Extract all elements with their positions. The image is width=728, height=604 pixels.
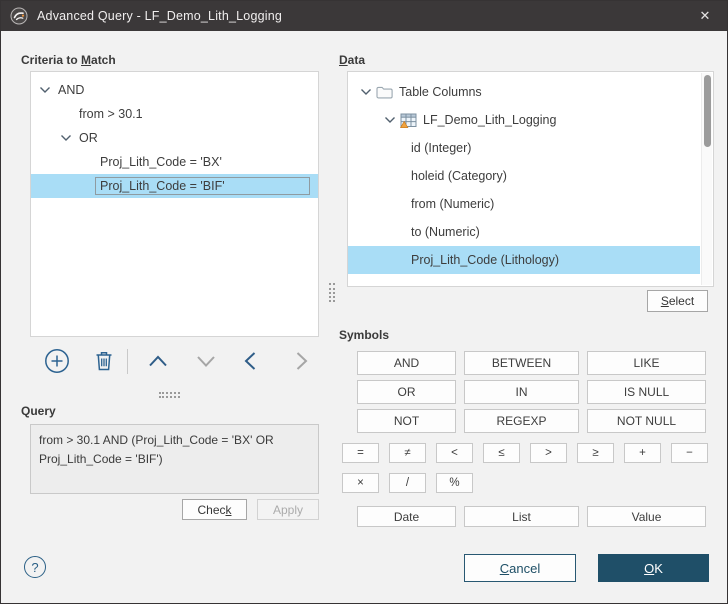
add-criterion-button[interactable] bbox=[44, 348, 70, 374]
criteria-item-label: Proj_Lith_Code = 'BIF' bbox=[95, 177, 310, 195]
data-item-to[interactable]: to (Numeric) bbox=[348, 218, 700, 246]
data-item-label: from (Numeric) bbox=[411, 197, 495, 211]
select-button[interactable]: Select bbox=[647, 290, 708, 312]
splitter-handle-horizontal[interactable] bbox=[159, 392, 180, 398]
titlebar[interactable]: Advanced Query - LF_Demo_Lith_Logging ✕ bbox=[1, 1, 727, 31]
data-tree: Table Columns LF_Demo_Lith_Logging id (I… bbox=[347, 71, 714, 287]
symbol-not-null-button[interactable]: NOT NULL bbox=[587, 409, 706, 433]
data-item-label: Proj_Lith_Code (Lithology) bbox=[411, 253, 560, 267]
op-not-equals-button[interactable]: ≠ bbox=[389, 443, 426, 463]
symbol-like-button[interactable]: LIKE bbox=[587, 351, 706, 375]
symbol-between-button[interactable]: BETWEEN bbox=[464, 351, 579, 375]
data-label: Data bbox=[339, 53, 366, 67]
op-multiply-button[interactable]: × bbox=[342, 473, 379, 493]
delete-criterion-button[interactable] bbox=[91, 348, 117, 374]
folder-icon bbox=[376, 85, 393, 100]
window-title: Advanced Query - LF_Demo_Lith_Logging bbox=[37, 9, 283, 23]
chevron-down-icon[interactable] bbox=[384, 116, 396, 124]
op-greater-than-button[interactable]: > bbox=[530, 443, 567, 463]
symbol-regexp-button[interactable]: REGEXP bbox=[464, 409, 579, 433]
criteria-tree: AND from > 30.1 OR Proj_Lith_Code = 'BX'… bbox=[30, 71, 319, 337]
data-item-label: LF_Demo_Lith_Logging bbox=[423, 113, 557, 127]
criteria-item-bif[interactable]: Proj_Lith_Code = 'BIF' bbox=[31, 174, 318, 198]
insert-value-button[interactable]: Value bbox=[587, 506, 706, 527]
data-item-label: Table Columns bbox=[399, 85, 482, 99]
move-up-button[interactable] bbox=[145, 348, 171, 374]
criteria-item-and[interactable]: AND bbox=[31, 78, 318, 102]
scrollbar-thumb[interactable] bbox=[704, 75, 711, 147]
check-button[interactable]: Check bbox=[182, 499, 247, 520]
table-icon bbox=[400, 113, 417, 128]
chevron-down-icon[interactable] bbox=[360, 88, 372, 96]
symbol-not-button[interactable]: NOT bbox=[357, 409, 456, 433]
help-icon[interactable]: ? bbox=[24, 556, 46, 578]
criteria-item-from[interactable]: from > 30.1 bbox=[31, 102, 318, 126]
criteria-item-label: AND bbox=[58, 83, 85, 97]
data-item-id[interactable]: id (Integer) bbox=[348, 134, 700, 162]
data-item-from[interactable]: from (Numeric) bbox=[348, 190, 700, 218]
app-icon bbox=[10, 7, 28, 25]
data-item-table[interactable]: LF_Demo_Lith_Logging bbox=[348, 106, 700, 134]
chevron-down-icon[interactable] bbox=[39, 86, 51, 94]
op-modulo-button[interactable]: % bbox=[436, 473, 473, 493]
criteria-item-bx[interactable]: Proj_Lith_Code = 'BX' bbox=[31, 150, 318, 174]
op-greater-equal-button[interactable]: ≥ bbox=[577, 443, 614, 463]
op-minus-button[interactable]: − bbox=[671, 443, 708, 463]
close-icon[interactable]: ✕ bbox=[683, 1, 727, 31]
data-item-proj-lith-code[interactable]: Proj_Lith_Code (Lithology) bbox=[348, 246, 700, 274]
op-plus-button[interactable]: + bbox=[624, 443, 661, 463]
advanced-query-dialog: Advanced Query - LF_Demo_Lith_Logging ✕ … bbox=[0, 0, 728, 604]
op-less-equal-button[interactable]: ≤ bbox=[483, 443, 520, 463]
scrollbar-track[interactable] bbox=[701, 73, 712, 285]
query-text: from > 30.1 AND (Proj_Lith_Code = 'BX' O… bbox=[39, 433, 274, 466]
data-item-label: to (Numeric) bbox=[411, 225, 480, 239]
move-right-button[interactable] bbox=[288, 348, 314, 374]
ok-button[interactable]: OK bbox=[598, 554, 709, 582]
symbols-label: Symbols bbox=[339, 328, 390, 342]
data-item-label: holeid (Category) bbox=[411, 169, 507, 183]
insert-list-button[interactable]: List bbox=[464, 506, 579, 527]
symbol-or-button[interactable]: OR bbox=[357, 380, 456, 404]
move-left-button[interactable] bbox=[238, 348, 264, 374]
chevron-down-icon[interactable] bbox=[60, 134, 72, 142]
data-item-holeid[interactable]: holeid (Category) bbox=[348, 162, 700, 190]
query-text-area[interactable]: from > 30.1 AND (Proj_Lith_Code = 'BX' O… bbox=[30, 424, 319, 494]
op-less-than-button[interactable]: < bbox=[436, 443, 473, 463]
op-equals-button[interactable]: = bbox=[342, 443, 379, 463]
op-divide-button[interactable]: / bbox=[389, 473, 426, 493]
criteria-item-label: Proj_Lith_Code = 'BX' bbox=[100, 155, 222, 169]
criteria-item-label: OR bbox=[79, 131, 98, 145]
data-item-table-columns[interactable]: Table Columns bbox=[348, 78, 700, 106]
symbol-is-null-button[interactable]: IS NULL bbox=[587, 380, 706, 404]
apply-button[interactable]: Apply bbox=[257, 499, 319, 520]
symbol-in-button[interactable]: IN bbox=[464, 380, 579, 404]
move-down-button[interactable] bbox=[193, 348, 219, 374]
splitter-handle-vertical[interactable] bbox=[329, 283, 335, 302]
criteria-item-or[interactable]: OR bbox=[31, 126, 318, 150]
insert-date-button[interactable]: Date bbox=[357, 506, 456, 527]
data-item-label: id (Integer) bbox=[411, 141, 472, 155]
cancel-button[interactable]: Cancel bbox=[464, 554, 576, 582]
symbol-and-button[interactable]: AND bbox=[357, 351, 456, 375]
toolbar-divider bbox=[127, 349, 128, 374]
query-label: Query bbox=[21, 404, 56, 418]
criteria-item-label: from > 30.1 bbox=[79, 107, 143, 121]
criteria-label: Criteria to Match bbox=[21, 53, 116, 67]
